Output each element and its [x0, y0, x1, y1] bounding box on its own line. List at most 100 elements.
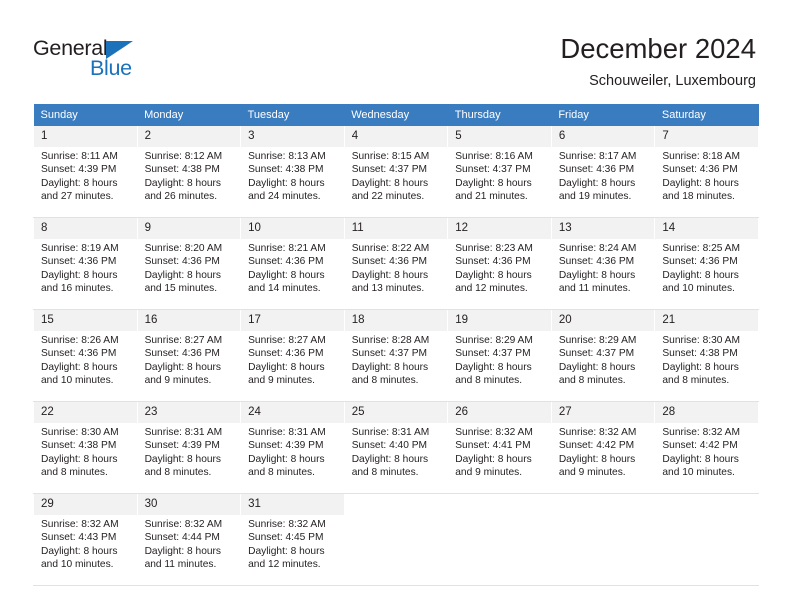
calendar-week-row: 15 Sunrise: 8:26 AM Sunset: 4:36 PM Dayligh…: [33, 309, 759, 402]
sunset-text: Sunset: 4:44 PM: [144, 532, 220, 544]
calendar-day-cell[interactable]: 22 Sunrise: 8:30 AM Sunset: 4:38 PM Dayligh…: [33, 401, 138, 494]
daylight-text-line1: Daylight: 8 hours: [558, 177, 636, 189]
sunrise-text: Sunrise: 8:27 AM: [144, 335, 223, 346]
calendar-day-cell[interactable]: 20 Sunrise: 8:29 AM Sunset: 4:37 PM Dayligh…: [550, 309, 656, 402]
calendar-day-cell[interactable]: 26 Sunrise: 8:32 AM Sunset: 4:41 PM Dayligh…: [447, 401, 552, 494]
calendar-day-cell[interactable]: 28 Sunrise: 8:32 AM Sunset: 4:42 PM Dayligh…: [654, 401, 759, 494]
calendar-day-cell[interactable]: 12 Sunrise: 8:23 AM Sunset: 4:36 PM Dayligh…: [447, 217, 552, 310]
daylight-text-line1: Daylight: 8 hours: [662, 453, 739, 465]
day-number: [448, 494, 551, 515]
calendar-day-cell[interactable]: 2 Sunrise: 8:12 AM Sunset: 4:38 PM Daylight…: [136, 126, 242, 218]
calendar-day-cell[interactable]: 9 Sunrise: 8:20 AM Sunset: 4:36 PM Daylight…: [136, 217, 242, 310]
sunrise-text: Sunrise: 8:20 AM: [144, 243, 223, 254]
sunset-text: Sunset: 4:38 PM: [662, 348, 738, 360]
calendar-day-cell[interactable]: 4 Sunrise: 8:15 AM Sunset: 4:37 PM Daylight…: [343, 126, 449, 218]
daylight-text-line2: and 27 minutes.: [41, 191, 114, 203]
calendar-day-cell[interactable]: 15 Sunrise: 8:26 AM Sunset: 4:36 PM Dayligh…: [33, 309, 138, 402]
calendar-day-cell[interactable]: 19 Sunrise: 8:29 AM Sunset: 4:37 PM Dayligh…: [447, 309, 552, 402]
sunrise-text: Sunrise: 8:23 AM: [455, 243, 533, 254]
daylight-text-line1: Daylight: 8 hours: [41, 453, 118, 465]
calendar-day-cell[interactable]: 16 Sunrise: 8:27 AM Sunset: 4:36 PM Dayligh…: [136, 309, 242, 402]
day-info: Sunrise: 8:32 AM Sunset: 4:41 PM Daylight:…: [448, 423, 551, 493]
daylight-text-line1: Daylight: 8 hours: [351, 269, 429, 281]
day-info: Sunrise: 8:32 AM Sunset: 4:44 PM Daylight:…: [138, 515, 241, 585]
calendar-day-cell[interactable]: 31 Sunrise: 8:32 AM Sunset: 4:45 PM Dayligh…: [240, 493, 345, 586]
day-info: Sunrise: 8:27 AM Sunset: 4:36 PM Daylight:…: [138, 331, 241, 401]
calendar-day-cell[interactable]: 1 Sunrise: 8:11 AM Sunset: 4:39 PM Daylight…: [33, 126, 138, 218]
calendar-day-cell[interactable]: 30 Sunrise: 8:32 AM Sunset: 4:44 PM Dayligh…: [136, 493, 242, 586]
calendar-day-cell[interactable]: 13 Sunrise: 8:24 AM Sunset: 4:36 PM Dayligh…: [550, 217, 656, 310]
sunrise-text: Sunrise: 8:26 AM: [41, 335, 119, 346]
sunrise-text: Sunrise: 8:11 AM: [41, 151, 118, 162]
calendar-day-cell[interactable]: 29 Sunrise: 8:32 AM Sunset: 4:43 PM Dayligh…: [33, 493, 138, 586]
daylight-text-line1: Daylight: 8 hours: [662, 361, 739, 373]
sunset-text: Sunset: 4:36 PM: [144, 256, 220, 268]
day-number: 3: [241, 126, 344, 147]
day-info: Sunrise: 8:29 AM Sunset: 4:37 PM Daylight:…: [448, 331, 551, 401]
calendar-day-cell-empty: [447, 493, 552, 586]
day-info: Sunrise: 8:13 AM Sunset: 4:38 PM Daylight:…: [241, 147, 344, 217]
calendar-day-cell[interactable]: 18 Sunrise: 8:28 AM Sunset: 4:37 PM Dayligh…: [343, 309, 449, 402]
day-number: 15: [34, 310, 137, 331]
daylight-text-line2: and 18 minutes.: [662, 191, 735, 203]
day-info: Sunrise: 8:32 AM Sunset: 4:42 PM Daylight:…: [552, 423, 655, 493]
daylight-text-line1: Daylight: 8 hours: [662, 269, 739, 281]
day-number: 4: [344, 126, 448, 147]
day-info: Sunrise: 8:16 AM Sunset: 4:37 PM Daylight:…: [448, 147, 551, 217]
title-block: December 2024 Schouweiler, Luxembourg: [560, 32, 756, 91]
calendar-day-cell[interactable]: 14 Sunrise: 8:25 AM Sunset: 4:36 PM Dayligh…: [654, 217, 759, 310]
day-number: 29: [34, 494, 137, 515]
sunrise-text: Sunrise: 8:18 AM: [662, 151, 740, 162]
calendar-day-cell[interactable]: 5 Sunrise: 8:16 AM Sunset: 4:37 PM Daylight…: [447, 126, 552, 218]
day-number: 20: [551, 310, 655, 331]
weekday-header-monday: Monday: [137, 104, 241, 126]
sunrise-text: Sunrise: 8:32 AM: [248, 519, 326, 530]
sunrise-text: Sunrise: 8:30 AM: [41, 427, 119, 438]
sunset-text: Sunset: 4:36 PM: [351, 256, 428, 268]
sunset-text: Sunset: 4:36 PM: [41, 348, 117, 360]
sunrise-text: Sunrise: 8:29 AM: [558, 335, 637, 346]
day-number: 28: [655, 402, 758, 423]
sunset-text: Sunset: 4:39 PM: [248, 440, 324, 452]
calendar-day-cell[interactable]: 17 Sunrise: 8:27 AM Sunset: 4:36 PM Dayligh…: [240, 309, 345, 402]
day-number: 17: [241, 310, 344, 331]
daylight-text-line2: and 12 minutes.: [248, 559, 321, 571]
calendar-day-cell[interactable]: 24 Sunrise: 8:31 AM Sunset: 4:39 PM Dayligh…: [240, 401, 345, 494]
calendar-week-row: 8 Sunrise: 8:19 AM Sunset: 4:36 PM Daylight…: [33, 217, 759, 310]
sunset-text: Sunset: 4:38 PM: [41, 440, 117, 452]
calendar-day-cell[interactable]: 11 Sunrise: 8:22 AM Sunset: 4:36 PM Dayligh…: [343, 217, 449, 310]
day-number: 7: [655, 126, 758, 147]
day-number: 19: [448, 310, 551, 331]
sunrise-text: Sunrise: 8:21 AM: [248, 243, 326, 254]
calendar-day-cell[interactable]: 10 Sunrise: 8:21 AM Sunset: 4:36 PM Dayligh…: [240, 217, 345, 310]
daylight-text-line1: Daylight: 8 hours: [351, 177, 429, 189]
calendar-day-cell[interactable]: 27 Sunrise: 8:32 AM Sunset: 4:42 PM Dayligh…: [550, 401, 656, 494]
weekday-header-thursday: Thursday: [447, 104, 552, 126]
calendar-day-cell[interactable]: 6 Sunrise: 8:17 AM Sunset: 4:36 PM Daylight…: [550, 126, 656, 218]
day-info: Sunrise: 8:32 AM Sunset: 4:42 PM Daylight:…: [655, 423, 758, 493]
daylight-text-line2: and 10 minutes.: [41, 375, 114, 387]
calendar-day-cell-empty: [343, 493, 449, 586]
sunset-text: Sunset: 4:43 PM: [41, 532, 117, 544]
day-info: Sunrise: 8:30 AM Sunset: 4:38 PM Daylight:…: [655, 331, 758, 401]
daylight-text-line2: and 8 minutes.: [558, 375, 626, 387]
calendar-day-cell[interactable]: 23 Sunrise: 8:31 AM Sunset: 4:39 PM Dayligh…: [136, 401, 242, 494]
calendar-day-cell[interactable]: 7 Sunrise: 8:18 AM Sunset: 4:36 PM Daylight…: [654, 126, 759, 218]
day-number: 11: [344, 218, 448, 239]
calendar-day-cell[interactable]: 25 Sunrise: 8:31 AM Sunset: 4:40 PM Dayligh…: [343, 401, 449, 494]
calendar-day-cell[interactable]: 3 Sunrise: 8:13 AM Sunset: 4:38 PM Daylight…: [240, 126, 345, 218]
daylight-text-line1: Daylight: 8 hours: [558, 361, 636, 373]
sunrise-text: Sunrise: 8:30 AM: [662, 335, 740, 346]
daylight-text-line2: and 16 minutes.: [41, 283, 114, 295]
daylight-text-line1: Daylight: 8 hours: [248, 269, 325, 281]
day-info: Sunrise: 8:24 AM Sunset: 4:36 PM Daylight:…: [552, 239, 655, 309]
page-subtitle: Schouweiler, Luxembourg: [589, 73, 756, 89]
calendar-day-cell[interactable]: 8 Sunrise: 8:19 AM Sunset: 4:36 PM Daylight…: [33, 217, 138, 310]
sunrise-text: Sunrise: 8:32 AM: [558, 427, 637, 438]
daylight-text-line2: and 10 minutes.: [41, 559, 114, 571]
sunset-text: Sunset: 4:39 PM: [41, 164, 117, 176]
calendar-day-cell[interactable]: 21 Sunrise: 8:30 AM Sunset: 4:38 PM Dayligh…: [654, 309, 759, 402]
daylight-text-line2: and 21 minutes.: [455, 191, 528, 203]
daylight-text-line1: Daylight: 8 hours: [41, 269, 118, 281]
calendar-week-row: 22 Sunrise: 8:30 AM Sunset: 4:38 PM Dayligh…: [33, 401, 759, 494]
